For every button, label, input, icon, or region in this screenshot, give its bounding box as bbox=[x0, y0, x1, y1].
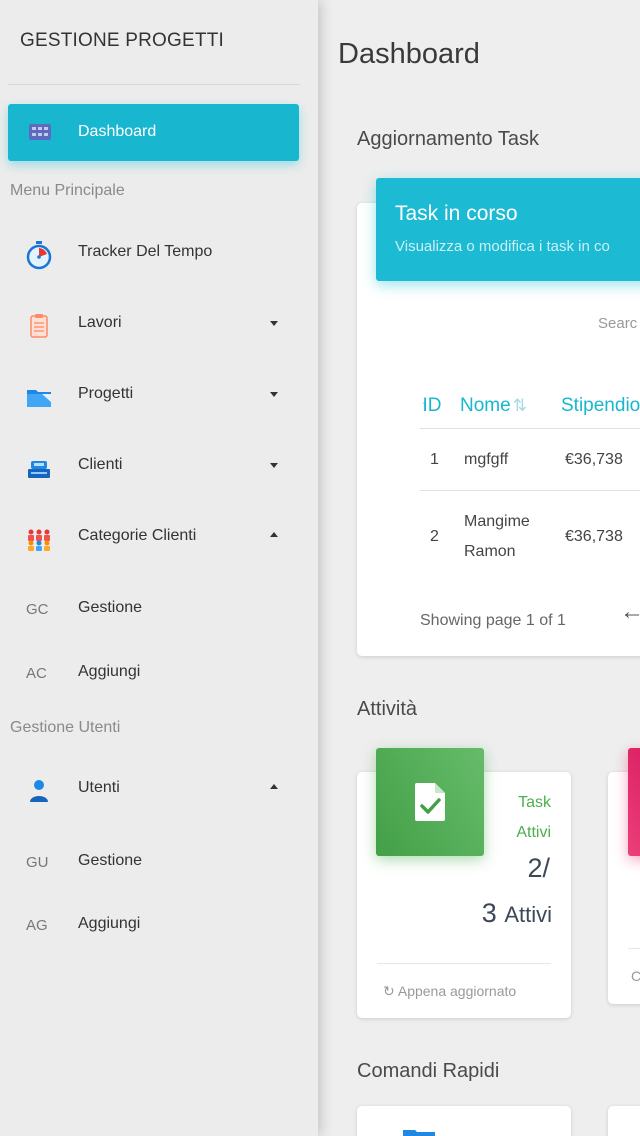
column-header-stipendio[interactable]: Stipendio bbox=[561, 395, 640, 417]
sidebar-item-tracker[interactable]: Tracker Del Tempo bbox=[8, 226, 299, 282]
stat-divider bbox=[377, 963, 551, 964]
chevron-down-icon bbox=[270, 463, 278, 468]
stat-divider-2 bbox=[628, 948, 640, 949]
sidebar-item-utenti[interactable]: Utenti bbox=[8, 762, 299, 818]
column-header-nome[interactable]: Nome ⇅ bbox=[460, 395, 527, 417]
stat-icon-box bbox=[376, 748, 484, 856]
stat-value-line1: 2/ bbox=[527, 853, 550, 883]
brand-title[interactable]: GESTIONE PROGETTI bbox=[20, 30, 224, 52]
sidebar-item-label: Utenti bbox=[78, 779, 120, 796]
stat-value-line2: 3 Attivi bbox=[440, 898, 552, 929]
pagination-info: Showing page 1 of 1 bbox=[420, 612, 566, 629]
sidebar-subitem-abbr: AG bbox=[26, 917, 48, 934]
sort-icon: ⇅ bbox=[512, 396, 527, 415]
sidebar-subitem-abbr: GC bbox=[26, 601, 49, 618]
task-card-subtitle: Visualizza o modifica i task in co bbox=[395, 238, 610, 255]
quick-command-card[interactable] bbox=[357, 1106, 571, 1136]
sidebar-item-progetti[interactable]: Progetti bbox=[8, 368, 299, 424]
section-title-menu-principale: Menu Principale bbox=[10, 182, 125, 199]
column-header-label: Nome bbox=[460, 395, 511, 416]
sidebar-item-label: Categorie Clienti bbox=[78, 527, 197, 544]
sidebar-subitem-abbr: AC bbox=[26, 665, 47, 682]
cash-register-icon bbox=[24, 453, 54, 483]
sidebar-item-label: Lavori bbox=[78, 314, 122, 331]
column-header-label: ID bbox=[422, 395, 442, 416]
stopwatch-icon bbox=[24, 240, 54, 270]
arrow-left-icon[interactable]: ← bbox=[620, 598, 640, 626]
stat-value-number: 3 bbox=[481, 898, 497, 928]
sidebar-subitem-label: Aggiungi bbox=[78, 915, 141, 932]
table-cell-salary: €36,738 bbox=[565, 528, 623, 545]
table-row-divider bbox=[420, 490, 640, 491]
document-check-icon bbox=[412, 781, 448, 828]
section-heading-comandi-rapidi: Comandi Rapidi bbox=[357, 1060, 500, 1082]
chevron-down-icon bbox=[270, 321, 278, 326]
sidebar-subitem-aggiungi-utenti[interactable]: AG Aggiungi bbox=[8, 898, 299, 954]
table-header-divider bbox=[420, 428, 640, 429]
sidebar-subitem-label: Gestione bbox=[78, 599, 143, 616]
column-header-label: Stipendio bbox=[561, 395, 640, 416]
sidebar-subitem-gestione-categorie[interactable]: GC Gestione bbox=[8, 582, 299, 638]
sidebar-item-label: Progetti bbox=[78, 385, 134, 402]
chevron-down-icon bbox=[270, 392, 278, 397]
search-input[interactable]: Searc bbox=[598, 315, 637, 332]
stat-footer-2: C bbox=[631, 968, 640, 984]
people-group-icon bbox=[24, 524, 54, 554]
section-heading-attivita: Attività bbox=[357, 698, 418, 720]
sidebar-item-lavori[interactable]: Lavori bbox=[8, 297, 299, 353]
stat-footer-text: Appena aggiornato bbox=[397, 983, 517, 999]
brand-divider bbox=[8, 84, 300, 85]
task-card-title: Task in corso bbox=[395, 202, 518, 225]
sidebar-subitem-label: Aggiungi bbox=[78, 663, 141, 680]
stat-category: Task Attivi bbox=[505, 788, 551, 848]
folder-icon bbox=[24, 382, 54, 412]
table-cell-name[interactable]: Mangime bbox=[464, 513, 530, 531]
user-icon bbox=[24, 776, 54, 806]
stat-category-line: Attivi bbox=[516, 824, 551, 841]
refresh-icon: ↻ bbox=[383, 983, 395, 999]
sidebar-subitem-aggiungi-categorie[interactable]: AC Aggiungi bbox=[8, 646, 299, 702]
stat-category-line: Task bbox=[518, 794, 551, 811]
table-cell-salary: €36,738 bbox=[565, 451, 623, 468]
section-heading-task: Aggiornamento Task bbox=[357, 128, 539, 150]
folder-icon bbox=[401, 1126, 437, 1136]
section-title-gestione-utenti: Gestione Utenti bbox=[10, 719, 121, 736]
sidebar-subitem-gestione-utenti[interactable]: GU Gestione bbox=[8, 835, 299, 891]
sidebar-subitem-abbr: GU bbox=[26, 854, 49, 871]
table-cell-id: 1 bbox=[430, 451, 439, 468]
table-cell-name-line2[interactable]: Ramon bbox=[464, 543, 516, 561]
task-card-header: Task in corso Visualizza o modifica i ta… bbox=[376, 178, 640, 281]
column-header-id[interactable]: ↑ID bbox=[420, 395, 442, 417]
dashboard-icon bbox=[28, 122, 52, 147]
stat-icon-box-2 bbox=[628, 748, 640, 856]
chevron-up-icon bbox=[270, 784, 278, 789]
quick-command-card-2[interactable] bbox=[608, 1106, 640, 1136]
sidebar-item-label: Clienti bbox=[78, 456, 123, 473]
stat-footer: ↻ Appena aggiornato bbox=[383, 983, 516, 1000]
table-cell-name[interactable]: mgfgff bbox=[464, 451, 508, 469]
sidebar-item-categorie-clienti[interactable]: Categorie Clienti bbox=[8, 510, 299, 566]
chevron-up-icon bbox=[270, 532, 278, 537]
sidebar-item-clienti[interactable]: Clienti bbox=[8, 439, 299, 495]
sidebar-item-dashboard[interactable]: Dashboard bbox=[8, 104, 299, 161]
sidebar-item-label: Tracker Del Tempo bbox=[78, 243, 213, 260]
sidebar-subitem-label: Gestione bbox=[78, 852, 143, 869]
table-cell-id: 2 bbox=[430, 528, 439, 545]
sidebar: GESTIONE PROGETTI Dashboard Menu Princip… bbox=[0, 0, 318, 1136]
stat-value-unit: Attivi bbox=[504, 902, 552, 927]
page-title: Dashboard bbox=[338, 38, 480, 70]
sidebar-item-label: Dashboard bbox=[78, 123, 157, 140]
clipboard-icon bbox=[24, 311, 54, 341]
